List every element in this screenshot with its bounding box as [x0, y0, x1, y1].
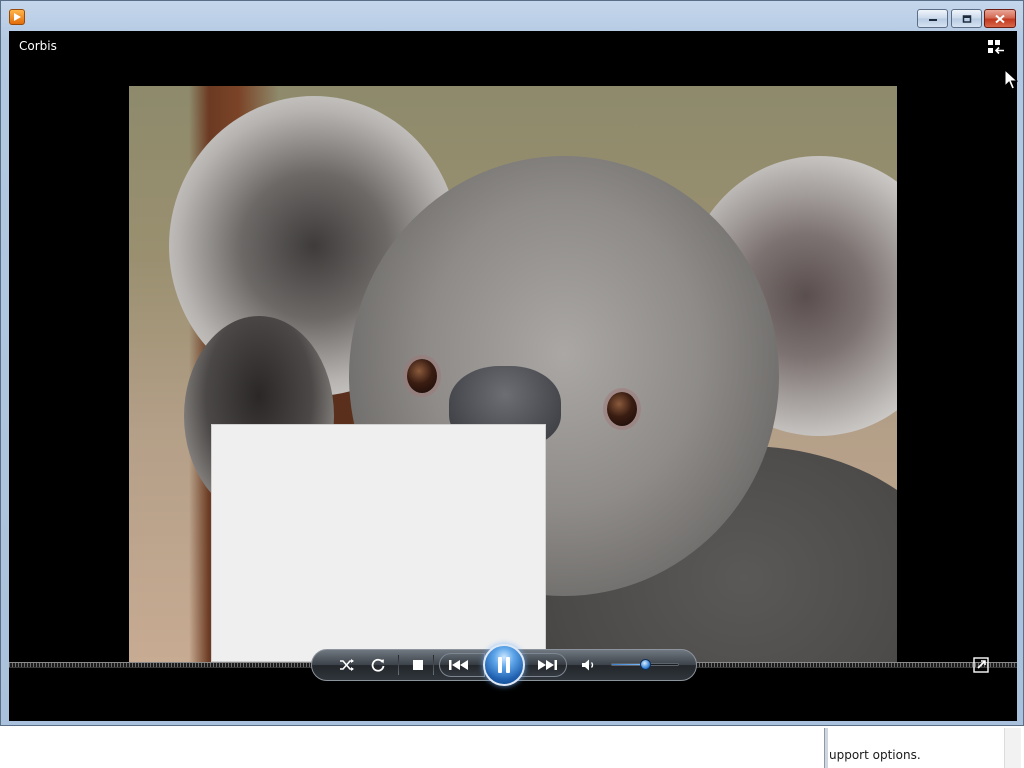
shuffle-button[interactable] — [335, 654, 359, 676]
control-separator — [433, 655, 434, 675]
repeat-icon — [371, 658, 385, 672]
next-button[interactable] — [521, 653, 567, 677]
minimize-icon — [928, 18, 937, 21]
media-player-window: Corbis — [0, 0, 1024, 726]
minimize-button[interactable] — [917, 9, 948, 28]
previous-button[interactable] — [439, 653, 485, 677]
mute-button[interactable] — [577, 654, 601, 676]
switch-to-library-button[interactable] — [987, 39, 1005, 55]
volume-slider-thumb[interactable] — [639, 659, 651, 670]
koala-left-eye — [407, 359, 437, 393]
next-icon — [538, 660, 557, 670]
background-window-text: upport options. — [829, 748, 921, 762]
pause-icon — [498, 657, 510, 673]
control-separator — [398, 655, 399, 675]
speaker-icon — [582, 659, 594, 671]
fullscreen-button[interactable] — [973, 657, 989, 673]
stop-icon — [413, 660, 423, 670]
media-player-icon[interactable] — [9, 9, 25, 25]
play-pause-button[interactable] — [483, 644, 525, 686]
stop-button[interactable] — [406, 654, 430, 676]
background-window-scrollbar[interactable] — [1004, 728, 1021, 768]
mouse-cursor-icon — [1004, 69, 1018, 90]
restore-icon — [962, 14, 971, 23]
video-display[interactable] — [129, 86, 897, 662]
restore-button[interactable] — [951, 9, 982, 28]
shuffle-icon — [340, 659, 354, 671]
blank-overlay-panel — [211, 424, 546, 662]
switch-to-library-icon — [988, 40, 1004, 55]
media-title: Corbis — [19, 39, 57, 53]
fullscreen-icon — [973, 657, 989, 673]
repeat-button[interactable] — [366, 654, 390, 676]
koala-right-eye — [607, 392, 637, 426]
player-area[interactable]: Corbis — [9, 31, 1018, 721]
title-bar[interactable] — [1, 1, 1023, 31]
background-window-divider — [824, 728, 828, 768]
close-icon — [995, 14, 1005, 23]
close-button[interactable] — [984, 9, 1016, 28]
previous-icon — [449, 660, 468, 670]
